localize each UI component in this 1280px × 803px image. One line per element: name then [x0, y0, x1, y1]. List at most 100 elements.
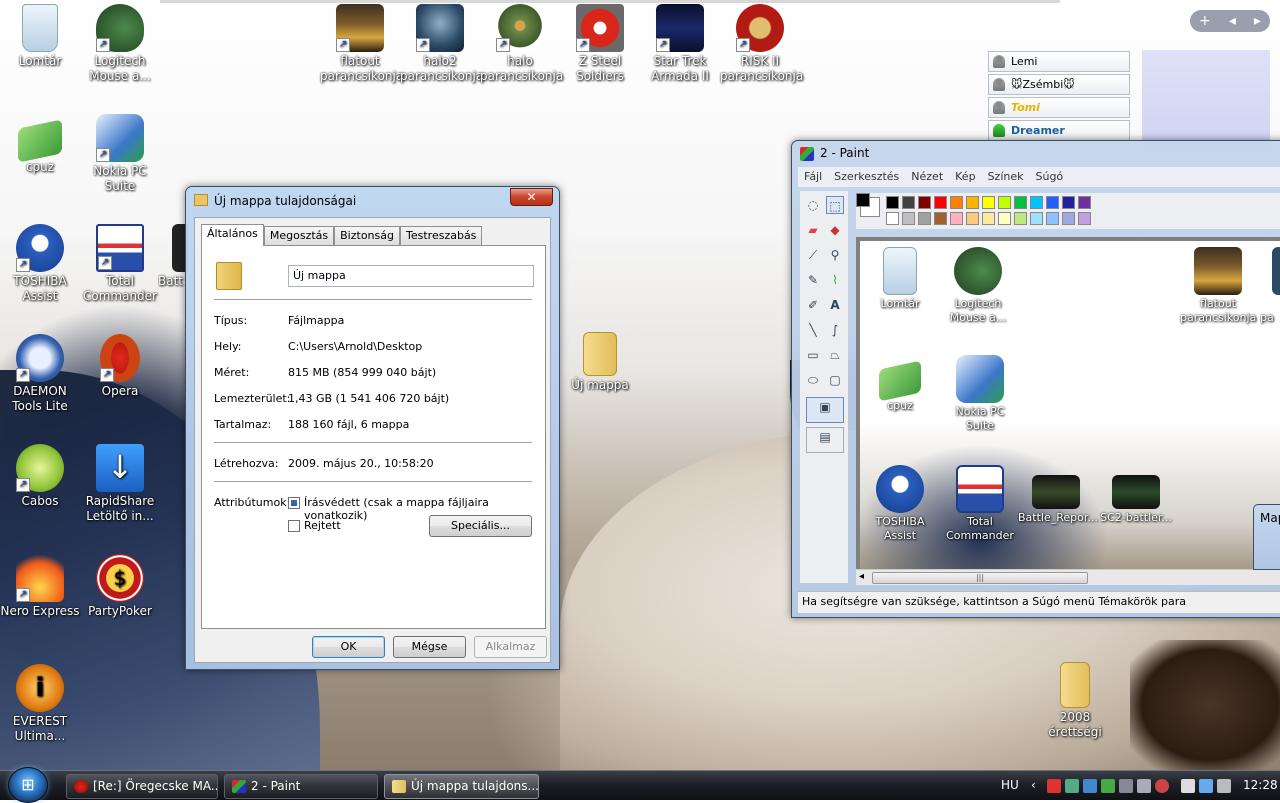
contact-item[interactable]: 🐭Zsémbi🐭: [988, 74, 1130, 95]
palette-color-swatch[interactable]: [1078, 212, 1091, 225]
palette-color-swatch[interactable]: [1078, 196, 1091, 209]
sidebar-gadget[interactable]: [1142, 50, 1270, 150]
palette-color-swatch[interactable]: [1014, 212, 1027, 225]
color-picker-icon[interactable]: ⟋: [804, 246, 822, 264]
battery-tray-icon[interactable]: [1181, 779, 1195, 793]
rounded-rect-tool-icon[interactable]: ▢: [826, 371, 844, 389]
palette-color-swatch[interactable]: [1062, 196, 1075, 209]
palette-color-swatch[interactable]: [950, 212, 963, 225]
desktop-icon-cabos[interactable]: ↗ Cabos: [0, 444, 80, 509]
hidden-label[interactable]: Rejtett: [304, 519, 341, 532]
desktop-icon-rapidshare[interactable]: ↓ RapidShare Letöltő in...: [80, 444, 160, 524]
palette-color-swatch[interactable]: [886, 196, 899, 209]
start-button[interactable]: ⊞: [8, 767, 48, 803]
scrollbar-thumb[interactable]: |||: [872, 572, 1088, 584]
magnifier-icon[interactable]: ⚲: [826, 246, 844, 264]
desktop-icon-batt[interactable]: Batt: [158, 224, 188, 289]
rect-select-icon[interactable]: ⬚: [826, 196, 844, 214]
desktop-icon-logitech[interactable]: ↗ Logitech Mouse a...: [80, 4, 160, 84]
palette-color-swatch[interactable]: [950, 196, 963, 209]
brush-icon[interactable]: ⌇: [826, 271, 844, 289]
palette-color-swatch[interactable]: [918, 212, 931, 225]
palette-color-swatch[interactable]: [918, 196, 931, 209]
wifi-tray-icon[interactable]: [1199, 779, 1213, 793]
palette-color-swatch[interactable]: [1030, 212, 1043, 225]
show-hidden-icons-button[interactable]: ‹: [1031, 771, 1036, 800]
folder-name-field[interactable]: Új mappa: [288, 265, 534, 287]
desktop-icon-z-steel[interactable]: ↗ Z Steel Soldiers: [560, 4, 640, 84]
folder-properties-dialog[interactable]: Új mappa tulajdonságai ✕ Általános Megos…: [185, 186, 560, 670]
fg-color-swatch[interactable]: [856, 193, 870, 207]
paint-canvas[interactable]: Lomtár Logitech Mouse a... flatout paran…: [860, 241, 1280, 571]
palette-color-swatch[interactable]: [1046, 196, 1059, 209]
palette-color-swatch[interactable]: [1062, 212, 1075, 225]
menu-edit[interactable]: Szerkesztés: [828, 167, 905, 187]
palette-color-swatch[interactable]: [998, 196, 1011, 209]
desktop-icon-nokia[interactable]: ↗ Nokia PC Suite: [80, 114, 160, 194]
desktop-icon-partypoker[interactable]: $ PartyPoker: [80, 554, 160, 619]
security-tray-icon[interactable]: [1155, 779, 1169, 793]
tab-general[interactable]: Általános: [201, 224, 264, 246]
language-indicator[interactable]: HU: [1001, 771, 1019, 800]
fill-bucket-icon[interactable]: ◆: [826, 221, 844, 239]
polygon-tool-icon[interactable]: ⏢: [826, 346, 844, 364]
add-gadget-icon[interactable]: +: [1199, 13, 1211, 29]
eraser-icon[interactable]: ▰: [804, 221, 822, 239]
airbrush-icon[interactable]: ✐: [804, 296, 822, 314]
menu-view[interactable]: Nézet: [905, 167, 949, 187]
ok-button[interactable]: OK: [312, 636, 385, 658]
palette-color-swatch[interactable]: [998, 212, 1011, 225]
palette-color-swatch[interactable]: [1046, 212, 1059, 225]
desktop-icon-recycle-bin[interactable]: Lomtár: [0, 4, 80, 69]
desktop-icon-halo2[interactable]: ↗ halo2 parancsikonja: [400, 4, 483, 84]
opaque-option-icon[interactable]: ▣: [806, 397, 844, 423]
scroll-left-icon[interactable]: ◂: [859, 571, 864, 582]
desktop-icon-opera[interactable]: ↗ Opera: [80, 334, 160, 399]
paint-canvas-area[interactable]: Lomtár Logitech Mouse a... flatout paran…: [856, 237, 1280, 571]
text-tool-icon[interactable]: A: [826, 296, 844, 314]
menu-help[interactable]: Súgó: [1029, 167, 1069, 187]
palette-color-swatch[interactable]: [902, 212, 915, 225]
readonly-checkbox[interactable]: [288, 497, 300, 509]
free-select-icon[interactable]: ◌: [804, 196, 822, 214]
paint-horizontal-scrollbar[interactable]: ◂ |||: [856, 569, 1280, 585]
network-tray-icon[interactable]: [1065, 779, 1079, 793]
desktop-icon-everest[interactable]: i EVEREST Ultima...: [0, 664, 80, 744]
hidden-checkbox[interactable]: [288, 520, 300, 532]
palette-color-swatch[interactable]: [902, 196, 915, 209]
desktop-icon-nero[interactable]: ↗ Nero Express: [0, 554, 80, 619]
ellipse-tool-icon[interactable]: ⬭: [804, 371, 822, 389]
tab-customize[interactable]: Testreszabás: [400, 226, 483, 246]
palette-color-swatch[interactable]: [966, 212, 979, 225]
background-window-map[interactable]: Map: [1253, 504, 1280, 570]
monitor-tray-icon[interactable]: [1137, 779, 1151, 793]
desktop-icon-daemon[interactable]: ↗ DAEMON Tools Lite: [0, 334, 80, 414]
desktop-icon-risk2[interactable]: ↗ RISK II parancsikonja: [720, 4, 803, 84]
taskbar-button-browser[interactable]: [Re:] Öregecske MA...: [66, 774, 218, 799]
palette-color-swatch[interactable]: [982, 212, 995, 225]
desktop-icon-flatout[interactable]: ↗ flatout parancsikonja: [320, 4, 403, 84]
device-tray-icon[interactable]: [1119, 779, 1133, 793]
tab-security[interactable]: Biztonság: [334, 226, 400, 246]
taskbar-button-properties[interactable]: Új mappa tulajdons...: [384, 774, 539, 799]
contact-item[interactable]: Tomi: [988, 97, 1130, 118]
clock[interactable]: 12:28: [1243, 771, 1278, 800]
line-tool-icon[interactable]: ╲: [804, 321, 822, 339]
palette-color-swatch[interactable]: [982, 196, 995, 209]
palette-color-swatch[interactable]: [886, 212, 899, 225]
desktop-icon-star-trek[interactable]: ↗ Star Trek Armada II: [640, 4, 720, 84]
contact-item[interactable]: Dreamer: [988, 120, 1130, 141]
desktop-icon-uj-mappa[interactable]: Új mappa: [560, 332, 640, 393]
rectangle-tool-icon[interactable]: ▭: [804, 346, 822, 364]
tab-sharing[interactable]: Megosztás: [263, 226, 335, 246]
palette-color-swatch[interactable]: [1030, 196, 1043, 209]
sync-tray-icon[interactable]: [1101, 779, 1115, 793]
menu-colors[interactable]: Színek: [982, 167, 1030, 187]
curve-tool-icon[interactable]: ∫: [826, 321, 844, 339]
desktop-icon-toshiba[interactable]: ↗ TOSHIBA Assist: [0, 224, 80, 304]
palette-color-swatch[interactable]: [934, 212, 947, 225]
messenger-tray-icon[interactable]: [1083, 779, 1097, 793]
antivirus-tray-icon[interactable]: [1047, 779, 1061, 793]
desktop-icon-cpuz[interactable]: cpuz: [0, 116, 80, 175]
desktop-icon-erettsegi[interactable]: 2008 érettségi: [1035, 662, 1115, 740]
